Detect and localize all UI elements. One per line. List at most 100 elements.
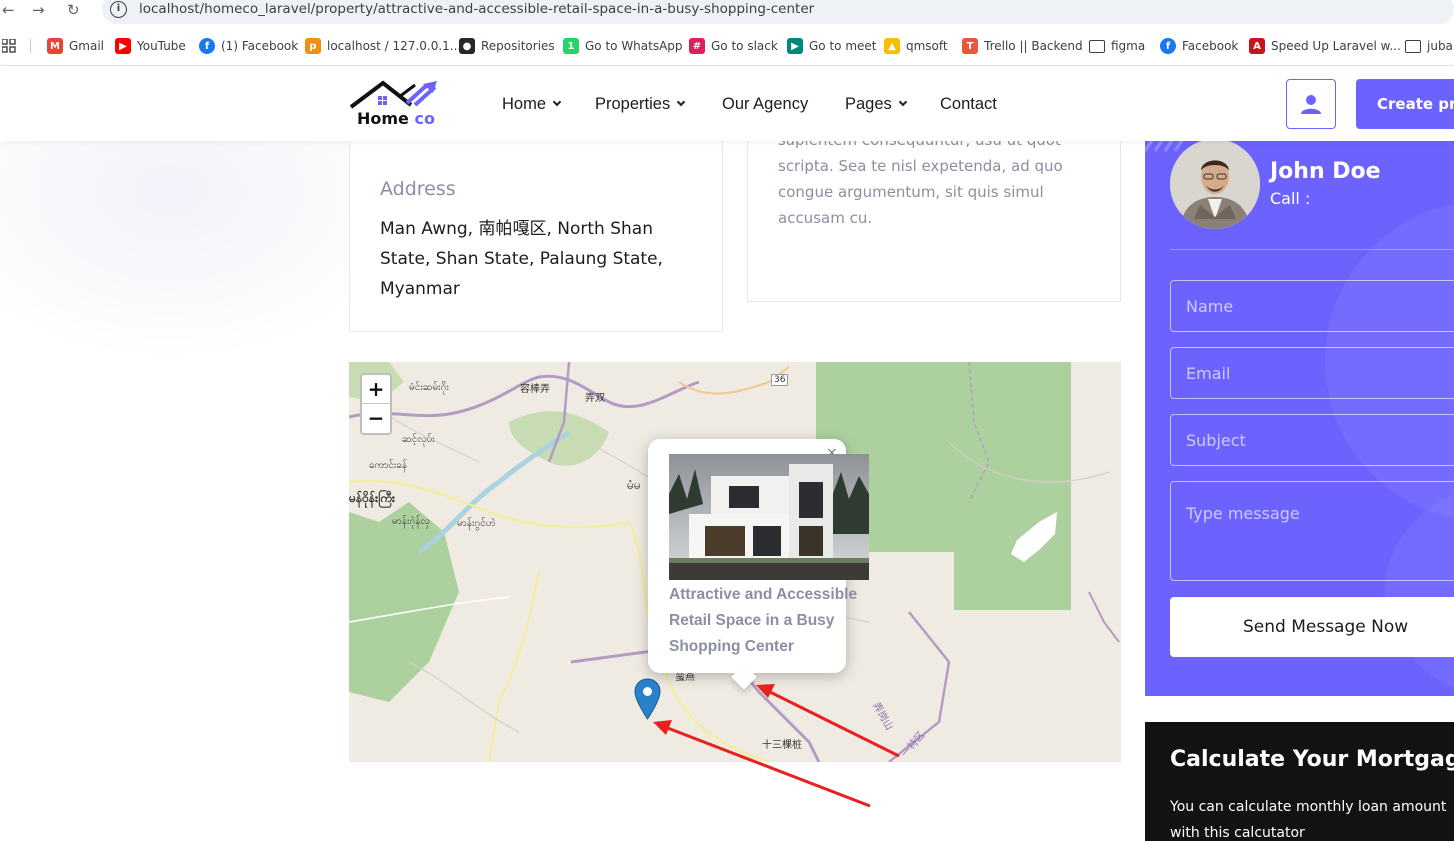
bookmark-item[interactable]: # Go to slack — [689, 37, 778, 55]
user-account-button[interactable] — [1286, 79, 1336, 129]
bookmark-label: Facebook — [1182, 39, 1239, 53]
nav-contact[interactable]: Contact — [940, 93, 997, 115]
reload-icon[interactable]: ↻ — [67, 1, 80, 19]
nav-our-agency[interactable]: Our Agency — [722, 93, 808, 115]
apps-grid-icon[interactable] — [2, 39, 16, 53]
slack-icon: # — [689, 38, 705, 54]
bookmark-label: qmsoft — [906, 39, 948, 53]
popup-property-title[interactable]: Attractive and Accessible Retail Space i… — [669, 582, 869, 660]
bookmark-item[interactable]: ● Repositories — [459, 37, 555, 55]
bookmark-item[interactable]: ▶ YouTube — [115, 37, 186, 55]
user-icon — [1301, 95, 1321, 114]
chevron-down-icon — [898, 97, 908, 107]
drive-icon: ▲ — [884, 38, 900, 54]
map-label: 弄双 — [585, 393, 605, 404]
site-info-icon[interactable]: i — [110, 1, 127, 18]
map-label: 十三棵桩 — [762, 740, 802, 751]
bookmark-item[interactable]: M Gmail — [47, 37, 104, 55]
facebook-icon: f — [199, 38, 215, 54]
create-property-button[interactable]: Create pro — [1356, 79, 1454, 129]
agent-avatar — [1170, 141, 1260, 229]
nav-home[interactable]: Home — [502, 93, 562, 115]
bookmark-item[interactable]: 1 Go to WhatsApp — [563, 37, 683, 55]
map-marker-icon[interactable] — [634, 678, 661, 720]
bookmark-label: YouTube — [137, 39, 186, 53]
youtube-icon: ▶ — [115, 38, 131, 54]
map-label: မာန်းဂွင်ဟဲ — [457, 518, 496, 529]
address-text: Man Awng, 南帕嘎区, North Shan State, Shan S… — [380, 219, 663, 299]
property-thumbnail[interactable] — [669, 454, 869, 580]
map-label: 容棒弄 — [520, 384, 550, 395]
chevron-down-icon — [552, 97, 562, 107]
map-zoom-control: + − — [360, 373, 392, 435]
agent-name: John Doe — [1270, 159, 1381, 184]
bookmark-label: Go to WhatsApp — [585, 39, 683, 53]
nav-pages[interactable]: Pages — [845, 93, 908, 115]
zoom-out-button[interactable]: − — [362, 404, 390, 433]
gmail-icon: M — [47, 38, 63, 54]
mortgage-calculator-card: Calculate Your Mortgage You can calculat… — [1145, 722, 1454, 841]
map-label: မံမ — [627, 478, 641, 492]
meet-icon: ▶ — [787, 38, 803, 54]
facebook-icon: f — [1160, 38, 1176, 54]
forward-icon[interactable]: → — [32, 1, 45, 19]
bookmarks-bar: M Gmail ▶ YouTube f (1) Facebook p localhost / … — [0, 26, 1454, 66]
bookmark-label: Gmail — [69, 39, 105, 53]
bookmark-item[interactable]: p localhost / 127.0.0.1... — [305, 37, 461, 55]
nav-properties[interactable]: Properties — [595, 93, 686, 115]
contact-subject-field[interactable] — [1170, 414, 1454, 466]
folder-icon — [1089, 39, 1105, 53]
bookmark-label: figma — [1111, 39, 1146, 53]
bookmarks-separator — [30, 39, 31, 53]
contact-name-field[interactable] — [1170, 280, 1454, 332]
laracasts-icon: A — [1249, 38, 1265, 54]
homeco-logo[interactable]: Home co — [349, 79, 444, 131]
logo-text: Home co — [357, 109, 435, 128]
bookmark-item[interactable]: ▲ qmsoft — [884, 37, 948, 55]
map-label: မာန်းဂုဲန်လှ — [392, 516, 430, 527]
property-page: Address Man Awng, 南帕嘎区, North Shan State… — [0, 141, 1454, 841]
map-label: ဆင့်လုပ်း — [402, 434, 435, 445]
bookmark-item[interactable]: f (1) Facebook — [199, 37, 298, 55]
map-label: ကောင်းခန် — [369, 460, 408, 471]
back-icon[interactable]: ← — [2, 1, 15, 19]
map-label: မန်ဝိုန်းကြီး — [349, 491, 395, 505]
address-card: Address Man Awng, 南帕嘎区, North Shan State… — [349, 141, 723, 332]
bookmark-label: Trello || Backend — [984, 39, 1083, 53]
bookmark-item[interactable]: ▶ Go to meet — [787, 37, 876, 55]
contact-email-field[interactable] — [1170, 347, 1454, 399]
bookmark-item[interactable]: jubai — [1405, 37, 1454, 55]
contact-agent-panel: John Doe Call : Send Message Now — [1145, 141, 1454, 696]
property-map[interactable]: + − မံင်းဆမ်းဂိုး 容棒弄 弄双 36 ဆင့်လုပ်း ကေ… — [349, 362, 1121, 762]
github-icon: ● — [459, 38, 475, 54]
send-message-button[interactable]: Send Message Now — [1170, 597, 1454, 657]
contact-message-field[interactable] — [1170, 481, 1454, 581]
mortgage-description: You can calculate monthly loan amount wi… — [1170, 799, 1447, 841]
bookmark-item[interactable]: T Trello || Backend — [962, 37, 1083, 55]
bookmark-label: jubai — [1427, 39, 1454, 53]
bookmark-label: Go to meet — [809, 39, 877, 53]
folder-icon — [1405, 39, 1421, 53]
url-text[interactable]: localhost/homeco_laravel/property/attrac… — [139, 1, 814, 17]
bookmark-label: localhost / 127.0.0.1... — [327, 39, 462, 53]
site-header: Home co Home Properties Our Agency Pages… — [0, 67, 1454, 141]
bookmark-label: Speed Up Laravel w... — [1271, 39, 1401, 53]
description-text: sapientem consequuntur, usu ut quot scri… — [778, 141, 1063, 227]
mortgage-title: Calculate Your Mortgage — [1170, 747, 1454, 772]
map-label: မံင်းဆမ်းဂိုး — [409, 382, 449, 393]
house-logo-icon — [349, 80, 437, 109]
agent-photo-image — [1170, 141, 1260, 229]
bookmark-item[interactable]: A Speed Up Laravel w... — [1249, 37, 1401, 55]
bookmark-label: Go to slack — [711, 39, 778, 53]
bookmark-label: Repositories — [481, 39, 555, 53]
agent-call-label: Call : — [1270, 189, 1311, 208]
zoom-in-button[interactable]: + — [362, 375, 390, 404]
bookmark-item[interactable]: figma — [1089, 37, 1145, 55]
description-card: sapientem consequuntur, usu ut quot scri… — [747, 141, 1121, 302]
phpmyadmin-icon: p — [305, 38, 321, 54]
map-popup: × Attractive and Accessible Retail Space… — [648, 439, 869, 690]
browser-address-bar: ← → ↻ i localhost/homeco_laravel/propert… — [0, 0, 1454, 26]
whatsapp-icon: 1 — [563, 38, 579, 54]
trello-icon: T — [962, 38, 978, 54]
bookmark-item[interactable]: f Facebook — [1160, 37, 1238, 55]
